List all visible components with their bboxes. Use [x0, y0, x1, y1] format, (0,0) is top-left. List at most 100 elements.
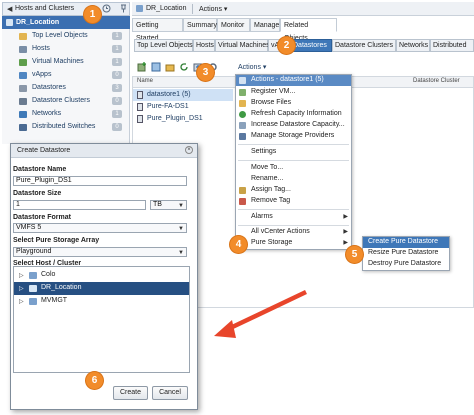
- menu-item-label: Rename...: [251, 175, 284, 182]
- create-button[interactable]: Create: [113, 386, 148, 400]
- menu-item-rename[interactable]: Rename...: [236, 174, 351, 185]
- menu-item-pure-storage[interactable]: Pure Storage ▶: [236, 238, 351, 249]
- column-datastore-cluster-header[interactable]: Datastore Cluster: [413, 78, 460, 84]
- expand-icon[interactable]: ▷: [19, 298, 24, 305]
- menu-item-label: Manage Storage Providers: [251, 132, 335, 139]
- datastore-cluster-icon: [19, 98, 27, 105]
- menu-item-assign-tag[interactable]: Assign Tag...: [236, 185, 351, 196]
- back-arrow-icon[interactable]: ◀: [7, 5, 12, 13]
- toolbar-actions-menu[interactable]: Actions ▾: [238, 63, 266, 71]
- nav-item-top-level-objects[interactable]: Top Level Objects 1: [2, 30, 128, 43]
- tab-related-objects[interactable]: Related Objects: [280, 18, 337, 42]
- tab-getting-started[interactable]: Getting Started: [132, 18, 183, 42]
- datastore-name-label: Datastore Name: [13, 166, 67, 173]
- register-vm-icon[interactable]: [151, 62, 161, 72]
- pin-icon[interactable]: [119, 4, 128, 13]
- subtab-hosts[interactable]: Hosts: [193, 39, 215, 52]
- menu-item-settings[interactable]: Settings: [236, 147, 351, 158]
- nav-item-count: 1: [112, 32, 122, 40]
- subtab-networks[interactable]: Networks: [396, 39, 430, 52]
- nav-item-networks[interactable]: Networks 1: [2, 108, 128, 121]
- datastore-size-field[interactable]: 1: [13, 200, 146, 210]
- menu-item-label: Increase Datastore Capacity...: [251, 121, 345, 128]
- nav-item-distributed-switches[interactable]: Distributed Switches 0: [2, 121, 128, 134]
- datacenter-icon: [136, 5, 143, 12]
- browse-files-icon[interactable]: [165, 62, 175, 72]
- remove-tag-icon: [239, 198, 246, 205]
- tree-item-dr-location[interactable]: ▷ DR_Location: [14, 282, 189, 295]
- menu-item-increase-capacity[interactable]: Increase Datastore Capacity...: [236, 120, 351, 131]
- object-tabs: Getting Started Summary Monitor Manage R…: [132, 18, 474, 42]
- nav-item-label: Hosts: [32, 45, 50, 52]
- object-actions-menu[interactable]: Actions ▾: [199, 5, 227, 13]
- subtab-datastores[interactable]: Datastores: [290, 39, 332, 52]
- submenu-arrow-icon: ▶: [343, 214, 348, 220]
- subtab-distributed[interactable]: Distributed: [430, 39, 474, 52]
- datastore-row[interactable]: Pure-FA-DS1: [133, 101, 233, 113]
- menu-item-label: Settings: [251, 148, 277, 155]
- subtab-datastore-clusters[interactable]: Datastore Clusters: [332, 39, 396, 52]
- new-datastore-icon[interactable]: [137, 62, 147, 72]
- nav-item-count: 1: [112, 58, 122, 66]
- menu-item-move-to[interactable]: Move To...: [236, 163, 351, 174]
- nav-item-count: 1: [112, 110, 122, 118]
- object-title: DR_Location: [146, 5, 187, 12]
- nav-item-label: vApps: [32, 71, 52, 78]
- nav-item-label: Datastores: [32, 84, 66, 91]
- nav-item-vapps[interactable]: vApps 0: [2, 69, 128, 82]
- tab-summary[interactable]: Summary: [183, 18, 217, 32]
- selected-object-row[interactable]: DR_Location: [2, 16, 130, 29]
- menu-item-remove-tag[interactable]: Remove Tag: [236, 196, 351, 207]
- nav-item-count: 0: [112, 123, 122, 131]
- menu-item-destroy-pure-datastore[interactable]: Destroy Pure Datastore: [363, 259, 449, 270]
- object-header: DR_Location Actions ▾: [132, 2, 474, 16]
- refresh-icon[interactable]: [179, 62, 189, 72]
- nav-item-virtual-machines[interactable]: Virtual Machines 1: [2, 56, 128, 69]
- menu-item-manage-storage-providers[interactable]: Manage Storage Providers: [236, 131, 351, 142]
- menu-item-browse-files[interactable]: Browse Files: [236, 98, 351, 109]
- tree-item-mvmgt[interactable]: ▷ MVMGT: [14, 295, 189, 308]
- menu-item-resize-pure-datastore[interactable]: Resize Pure Datastore: [363, 248, 449, 259]
- menu-separator: [238, 144, 349, 145]
- callout-2: 2: [278, 37, 295, 54]
- column-name-header[interactable]: Name: [137, 78, 153, 84]
- cancel-button[interactable]: Cancel: [152, 386, 188, 400]
- menu-item-register-vm[interactable]: Register VM...: [236, 87, 351, 98]
- datastore-format-label: Datastore Format: [13, 214, 71, 221]
- expand-icon[interactable]: ▷: [19, 272, 24, 279]
- menu-item-all-vcenter-actions[interactable]: All vCenter Actions ▶: [236, 227, 351, 238]
- datastore-name-field[interactable]: Pure_Plugin_DS1: [13, 176, 187, 186]
- subtab-top-level-objects[interactable]: Top Level Objects: [134, 39, 193, 52]
- size-unit-select[interactable]: TB ▼: [150, 200, 187, 210]
- nav-item-label: Networks: [32, 110, 62, 117]
- register-vm-icon: [239, 89, 246, 96]
- datastore-row[interactable]: Pure_Plugin_DS1: [133, 113, 233, 125]
- history-icon[interactable]: [102, 4, 111, 13]
- nav-item-hosts[interactable]: Hosts 1: [2, 43, 128, 56]
- menu-item-refresh-capacity[interactable]: Refresh Capacity Information: [236, 109, 351, 120]
- nav-item-count: 3: [112, 84, 122, 92]
- callout-6: 6: [86, 372, 103, 389]
- callout-5: 5: [346, 246, 363, 263]
- folder-icon: [19, 33, 27, 40]
- datastore-icon: [137, 91, 143, 99]
- datastore-row[interactable]: datastore1 (5): [133, 89, 233, 101]
- tree-item-colo[interactable]: ▷ Colo: [14, 269, 189, 282]
- datastore-format-select[interactable]: VMFS 5 ▼: [13, 223, 187, 233]
- browse-files-icon: [239, 100, 246, 107]
- menu-item-create-pure-datastore[interactable]: Create Pure Datastore: [363, 237, 449, 248]
- submenu-item-label: Create Pure Datastore: [368, 238, 439, 245]
- close-icon[interactable]: ×: [185, 146, 193, 154]
- nav-item-datastores[interactable]: Datastores 3: [2, 82, 128, 95]
- expand-icon[interactable]: ▷: [19, 285, 24, 292]
- datastore-icon: [239, 77, 246, 84]
- tree-item-label: MVMGT: [41, 297, 68, 304]
- datacenter-icon: [29, 285, 37, 292]
- tab-manage[interactable]: Manage: [250, 18, 280, 32]
- storage-array-select[interactable]: Playground ▼: [13, 247, 187, 257]
- tab-monitor[interactable]: Monitor: [217, 18, 250, 32]
- menu-item-label: Pure Storage: [251, 239, 293, 246]
- menu-item-alarms[interactable]: Alarms ▶: [236, 212, 351, 223]
- subtab-virtual-machines[interactable]: Virtual Machines: [215, 39, 270, 52]
- nav-item-datastore-clusters[interactable]: Datastore Clusters 0: [2, 95, 128, 108]
